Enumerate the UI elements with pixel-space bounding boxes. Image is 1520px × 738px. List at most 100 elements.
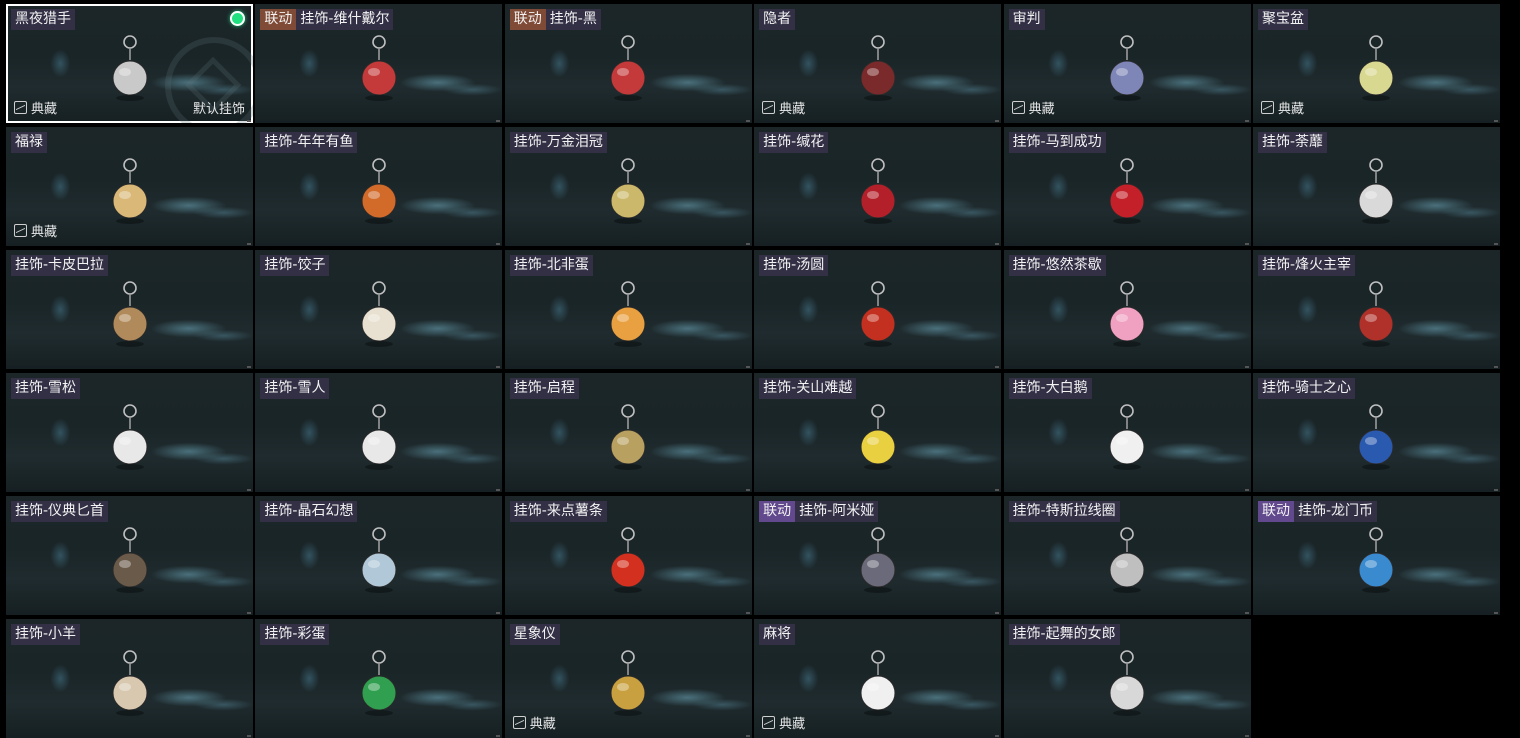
charm-tag-row: 挂饰-特斯拉线圈 bbox=[1008, 501, 1120, 522]
charm-card[interactable]: 挂饰-北非蛋 bbox=[504, 250, 752, 369]
jade-egg-charm-icon bbox=[352, 647, 406, 729]
corner-tick bbox=[247, 243, 251, 245]
gold-bar-charm-icon bbox=[851, 401, 905, 483]
charm-tag-row: 麻将 bbox=[759, 624, 796, 645]
charm-card[interactable]: 挂饰-汤圆 bbox=[754, 250, 1002, 369]
dancer-charm-icon bbox=[1100, 647, 1154, 729]
tesla-coil-charm-icon bbox=[1100, 524, 1154, 606]
corner-tick bbox=[247, 735, 251, 737]
charm-card[interactable]: 黑夜猎手 典藏 默认挂饰 bbox=[6, 4, 253, 123]
corner-tick bbox=[1244, 243, 1249, 245]
collection-icon bbox=[1011, 101, 1025, 114]
charm-card[interactable]: 挂饰-雪人 bbox=[255, 373, 503, 492]
charm-tag-row: 挂饰-烽火主宰 bbox=[1257, 255, 1356, 276]
charm-name: 挂饰-万金泪冠 bbox=[509, 132, 607, 153]
charm-card[interactable]: 聚宝盆 典藏 bbox=[1252, 4, 1500, 123]
collection-label: 典藏 bbox=[1028, 102, 1055, 117]
collection-icon bbox=[762, 716, 776, 729]
corner-tick bbox=[496, 735, 501, 737]
charm-tag-row: 隐者 bbox=[759, 9, 796, 30]
charm-card[interactable]: 挂饰-悠然茶歇 bbox=[1003, 250, 1251, 369]
corner-tick bbox=[995, 735, 1000, 737]
charm-card[interactable]: 挂饰-饺子 bbox=[255, 250, 503, 369]
charm-card[interactable]: 挂饰-来点薯条 bbox=[504, 496, 752, 615]
charm-card[interactable]: 挂饰-关山难越 bbox=[754, 373, 1002, 492]
charm-card[interactable]: 挂饰-缄花 bbox=[754, 127, 1002, 246]
charm-name: 挂饰-启程 bbox=[509, 378, 579, 399]
charm-card[interactable]: 挂饰-仪典匕首 bbox=[6, 496, 253, 615]
corner-tick bbox=[496, 120, 501, 122]
collection-label: 典藏 bbox=[31, 225, 58, 240]
corner-tick bbox=[247, 489, 251, 491]
charm-card[interactable]: 挂饰-大白鹅 bbox=[1003, 373, 1251, 492]
charm-card[interactable]: 挂饰-年年有鱼 bbox=[255, 127, 503, 246]
charm-card[interactable]: 隐者 典藏 bbox=[754, 4, 1002, 123]
corner-tick bbox=[1244, 120, 1249, 122]
charm-card[interactable]: 联动 挂饰-黑 bbox=[504, 4, 752, 123]
charm-name: 挂饰-维什戴尔 bbox=[296, 9, 394, 30]
charm-card[interactable]: 挂饰-荼蘼 bbox=[1252, 127, 1500, 246]
charm-card[interactable]: 联动 挂饰-阿米娅 bbox=[754, 496, 1002, 615]
charm-name: 挂饰-马到成功 bbox=[1008, 132, 1106, 153]
charm-tag-row: 挂饰-饺子 bbox=[260, 255, 330, 276]
charm-card[interactable]: 星象仪 典藏 bbox=[504, 619, 752, 738]
dumpling-charm-icon bbox=[352, 278, 406, 360]
charm-card[interactable]: 挂饰-烽火主宰 bbox=[1252, 250, 1500, 369]
fish-plate-charm-icon bbox=[352, 155, 406, 237]
charm-name: 挂饰-阿米娅 bbox=[795, 501, 879, 522]
lungmen-coin-charm-icon bbox=[1349, 524, 1403, 606]
charm-name: 挂饰-仪典匕首 bbox=[11, 501, 109, 522]
default-charm-label: 默认挂饰 bbox=[192, 102, 245, 117]
empty-slot bbox=[1252, 619, 1500, 738]
charm-card[interactable]: 挂饰-晶石幻想 bbox=[255, 496, 503, 615]
charm-name: 挂饰-彩蛋 bbox=[260, 624, 330, 645]
charm-tag-row: 星象仪 bbox=[509, 624, 560, 645]
charm-tag-row: 黑夜猎手 bbox=[11, 9, 75, 30]
compass-charm-icon bbox=[601, 401, 655, 483]
charm-card[interactable]: 挂饰-小羊 bbox=[6, 619, 253, 738]
charm-card[interactable]: 挂饰-启程 bbox=[504, 373, 752, 492]
collection-badge: 典藏 bbox=[512, 713, 556, 732]
charm-tag-row: 挂饰-汤圆 bbox=[759, 255, 829, 276]
tangyuan-charm-icon bbox=[851, 278, 905, 360]
charm-name: 挂饰-汤圆 bbox=[759, 255, 829, 276]
charm-card[interactable]: 挂饰-马到成功 bbox=[1003, 127, 1251, 246]
collection-label: 典藏 bbox=[779, 717, 806, 732]
charm-card[interactable]: 麻将典藏 bbox=[754, 619, 1002, 738]
charm-name: 挂饰-烽火主宰 bbox=[1257, 255, 1356, 276]
charm-card[interactable]: 挂饰-万金泪冠 bbox=[504, 127, 752, 246]
charm-name: 挂饰-荼蘼 bbox=[1257, 132, 1328, 153]
charm-name: 挂饰-龙门币 bbox=[1293, 501, 1378, 522]
charm-card[interactable]: 联动 挂饰-维什戴尔 bbox=[255, 4, 503, 123]
charm-card[interactable]: 福禄 典藏 bbox=[6, 127, 253, 246]
charm-tag-row: 挂饰-骑士之心 bbox=[1257, 378, 1356, 399]
corner-tick bbox=[745, 243, 750, 245]
charm-card[interactable]: 联动 挂饰-龙门币 bbox=[1252, 496, 1500, 615]
charm-tag-row: 挂饰-缄花 bbox=[759, 132, 829, 153]
charm-name: 挂饰-起舞的女郎 bbox=[1008, 624, 1120, 645]
charm-grid: 黑夜猎手 典藏 默认挂饰 联动 挂饰-维什戴尔 联动 挂饰-黑 隐者 典藏 审判 典藏 聚宝盆 典藏 福禄… bbox=[6, 4, 1500, 738]
fries-charm-icon bbox=[601, 524, 655, 606]
corner-tick bbox=[1493, 489, 1498, 491]
charm-card[interactable]: 挂饰-卡皮巴拉 bbox=[6, 250, 253, 369]
charm-name: 审判 bbox=[1008, 9, 1045, 30]
pine-tree-charm-icon bbox=[103, 401, 157, 483]
burger-charm-icon bbox=[601, 155, 655, 237]
corner-tick bbox=[1244, 612, 1249, 614]
charm-card[interactable]: 审判典藏 bbox=[1003, 4, 1251, 123]
charm-card[interactable]: 挂饰-彩蛋 bbox=[255, 619, 503, 738]
charm-tag-row: 挂饰-彩蛋 bbox=[260, 624, 330, 645]
collab-badge: 联动 bbox=[260, 9, 297, 30]
collection-badge: 典藏 bbox=[14, 221, 57, 240]
night-hunter-charm-icon bbox=[103, 32, 157, 114]
charm-name: 挂饰-卡皮巴拉 bbox=[11, 255, 109, 276]
corner-tick bbox=[1244, 735, 1249, 737]
charm-card[interactable]: 挂饰-雪松 bbox=[6, 373, 253, 492]
corner-tick bbox=[1244, 489, 1249, 491]
goose-charm-icon bbox=[1100, 401, 1154, 483]
charm-card[interactable]: 挂饰-起舞的女郎 bbox=[1003, 619, 1251, 738]
charm-card[interactable]: 挂饰-骑士之心 bbox=[1252, 373, 1500, 492]
charm-card[interactable]: 挂饰-特斯拉线圈 bbox=[1003, 496, 1251, 615]
charm-tag-row: 挂饰-启程 bbox=[509, 378, 579, 399]
horse-charm-icon bbox=[1100, 155, 1154, 237]
